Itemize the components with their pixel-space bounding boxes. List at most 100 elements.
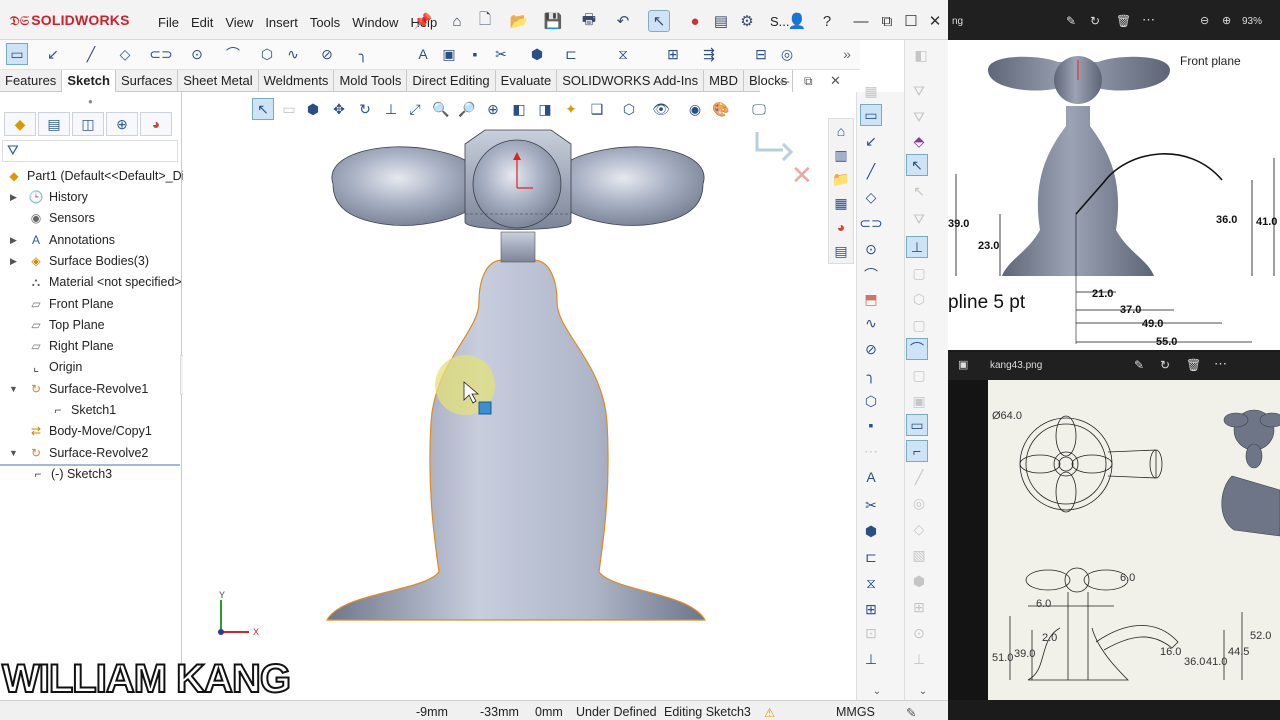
edit-image-icon[interactable]: ✎ — [1066, 14, 1076, 28]
smart-dimension-icon[interactable]: ↙ — [42, 43, 64, 65]
file-properties-icon[interactable]: ▤ — [710, 10, 732, 32]
rectangle-icon[interactable]: ◇ — [114, 43, 136, 65]
doc-close-icon[interactable]: ✕ — [830, 73, 841, 89]
menu-file[interactable]: File — [152, 15, 185, 30]
undo-icon[interactable]: ↶ — [612, 10, 634, 32]
cancel-sketch-icon[interactable]: ✕ — [791, 161, 813, 191]
sf-surface-icon[interactable]: ▧ — [908, 544, 930, 566]
sf-scroll-down-icon[interactable]: ⌄ — [912, 680, 934, 702]
previous-view-icon[interactable]: ◧ — [508, 98, 530, 120]
save-icon[interactable]: 💾 — [542, 10, 564, 32]
rt-relations-icon[interactable]: ⊡ — [860, 622, 882, 644]
menu-view[interactable]: View — [219, 15, 259, 30]
zoom-to-fit-icon[interactable]: ⤢ — [404, 98, 426, 120]
sketch-picture-icon[interactable]: ▣ — [438, 43, 460, 65]
section-view-icon[interactable]: ◨ — [534, 98, 556, 120]
sf-vertex-icon[interactable]: ⛛ — [908, 106, 930, 128]
mirror-entities-icon[interactable]: ⧖ — [612, 43, 634, 65]
doc-restore-icon[interactable]: ⧉ — [804, 74, 813, 89]
rt-text-icon[interactable]: A — [860, 466, 882, 488]
sf-plane-icon[interactable]: ⬡ — [908, 288, 930, 310]
tree-root-part[interactable]: ◆ Part1 (Default<<Default>_Di — [6, 166, 184, 186]
rt-slot-icon[interactable]: ⊂⊃ — [859, 212, 882, 234]
rt-circle-icon[interactable]: ⊙ — [860, 238, 882, 260]
delete-image-icon[interactable]: 🗑 — [1116, 14, 1131, 28]
sf-dim-icon[interactable]: ⛛ — [908, 208, 930, 230]
rt-grid-icon[interactable]: ▦ — [860, 80, 882, 102]
trim-entities-icon[interactable]: ✂ — [490, 43, 512, 65]
line-icon[interactable]: ╱ — [80, 43, 102, 65]
menu-window[interactable]: Window — [346, 15, 404, 30]
tree-expand-icon[interactable]: ▶ — [10, 235, 17, 246]
tab-evaluate[interactable]: Evaluate — [496, 70, 558, 92]
design-library-icon[interactable]: ▥ — [830, 144, 852, 166]
tree-item-history[interactable]: 🕒 History — [28, 187, 88, 207]
apply-scene-icon[interactable]: 🎨 — [710, 98, 732, 120]
tree-item-origin[interactable]: ⌞ Origin — [28, 357, 82, 377]
sf-cosmetic-icon[interactable]: ⊙ — [908, 622, 930, 644]
restore-window-icon[interactable]: ⧉ — [876, 10, 898, 32]
tree-item-right-plane[interactable]: ▱ Right Plane — [28, 336, 113, 356]
status-unit-system[interactable]: MMGS — [836, 705, 875, 719]
zoom-in-icon[interactable]: ⊕ — [1222, 14, 1231, 27]
rt-fillet-icon[interactable]: ╮ — [860, 364, 882, 386]
linear-pattern-icon[interactable]: ⊞ — [662, 43, 684, 65]
tree-item-top-plane[interactable]: ▱ Top Plane — [28, 315, 104, 335]
rt-offset-icon[interactable]: ⊏ — [860, 546, 882, 568]
sf-note-icon[interactable]: ╱ — [908, 466, 930, 488]
tree-item-sketch1[interactable]: ⌐ Sketch1 — [50, 400, 116, 420]
tab-solidworks-add-ins[interactable]: SOLIDWORKS Add-Ins — [557, 70, 705, 92]
pan-icon[interactable]: ✥ — [328, 98, 350, 120]
sf-sketch-segment-icon[interactable]: ⊥ — [906, 236, 928, 258]
close-window-icon[interactable]: ✕ — [924, 10, 946, 32]
text-icon[interactable]: A — [412, 43, 434, 65]
edit-appearance-icon[interactable]: ◉ — [684, 98, 706, 120]
view-orientation-icon[interactable]: ❑ — [586, 98, 608, 120]
tree-item-material-not-specified[interactable]: ⛬ Material <not specified> — [28, 272, 182, 292]
tree-item-front-plane[interactable]: ▱ Front Plane — [28, 294, 113, 314]
view-cube-icon[interactable]: ⬢ — [302, 98, 324, 120]
tree-item-surface-bodies-3[interactable]: ◈ Surface Bodies(3) — [28, 251, 149, 271]
sf-solid-icon[interactable]: ▣ — [908, 390, 930, 412]
rotate-icon[interactable]: ↻ — [354, 98, 376, 120]
sf-weld-icon[interactable]: ◎ — [908, 492, 930, 514]
more-options-icon-2[interactable]: ⋯ — [1214, 356, 1227, 372]
display-style-icon[interactable]: ⬡ — [618, 98, 640, 120]
sketch-command-icon[interactable]: ▭ — [6, 43, 28, 65]
rotate-image-icon-2[interactable]: ↻ — [1160, 358, 1170, 372]
graphics-area[interactable]: Y X ✕ — [183, 92, 855, 685]
tree-item-annotations[interactable]: A Annotations — [28, 230, 115, 250]
customize-icon[interactable]: ✎ — [906, 705, 916, 720]
menu-tools[interactable]: Tools — [304, 15, 346, 30]
tree-item-surface-revolve1[interactable]: ↻ Surface-Revolve1 — [28, 379, 148, 399]
traffic-light-icon[interactable]: ● — [684, 10, 706, 32]
rt-linear-pattern-icon[interactable]: ⊞ — [860, 598, 882, 620]
rt-spline-icon[interactable]: ∿ — [860, 312, 882, 334]
minimize-window-icon[interactable]: — — [850, 10, 872, 32]
edit-image-icon-2[interactable]: ✎ — [1134, 358, 1144, 372]
tab-mbd[interactable]: MBD — [704, 70, 744, 92]
select-tool-icon[interactable]: ↖ — [252, 98, 274, 120]
sf-toggle-icon[interactable]: ◧ — [910, 44, 932, 66]
tab-features[interactable]: Features — [0, 70, 63, 92]
zoom-out-icon[interactable]: ⊖ — [1200, 14, 1209, 27]
rt-centerline-icon[interactable]: ⋯ — [860, 440, 882, 462]
faucet-body[interactable] — [325, 259, 707, 621]
tree-expand-icon[interactable]: ▼ — [9, 448, 18, 458]
more-tools-icon[interactable]: » — [836, 43, 858, 65]
sf-axis-icon[interactable]: ▢ — [908, 314, 930, 336]
menu-edit[interactable]: Edit — [185, 15, 219, 30]
handle-arm-left[interactable] — [331, 146, 480, 226]
zoom-in-out-icon[interactable]: 🔎 — [456, 98, 478, 120]
convert-entities-icon[interactable]: ⬢ — [526, 43, 548, 65]
pin-icon[interactable]: 📌 — [412, 10, 434, 32]
panel-grip-icon[interactable]: ● — [88, 97, 93, 106]
rt-scroll-down-icon[interactable]: ⌄ — [866, 680, 888, 702]
property-manager-tab-icon[interactable]: ▤ — [38, 112, 70, 136]
repair-sketch-icon[interactable]: ◎ — [776, 43, 798, 65]
sf-face-icon[interactable]: ⬘ — [908, 130, 930, 152]
select-arrow-icon[interactable]: ↖ — [648, 10, 670, 32]
hide-show-items-icon[interactable]: 👁 — [650, 98, 672, 120]
view-settings-icon[interactable]: 🖵 — [748, 98, 770, 120]
rt-ellipse-icon[interactable]: ⊘ — [860, 338, 882, 360]
